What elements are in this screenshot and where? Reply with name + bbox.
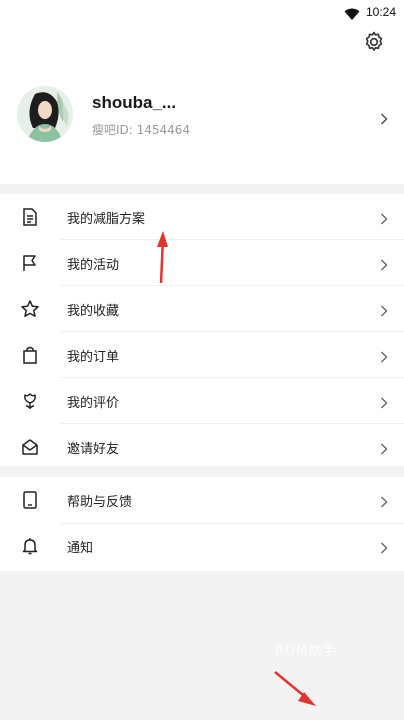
wifi-icon	[344, 6, 360, 25]
envelope-icon	[20, 437, 40, 457]
chevron-right-icon	[380, 302, 388, 321]
star-icon	[20, 299, 40, 319]
status-time: 10:24	[365, 5, 396, 19]
menu-section-support: 帮助与反馈 通知	[0, 477, 404, 571]
menu-item-label: 我的活动	[67, 258, 120, 273]
menu-item-label: 通知	[67, 541, 94, 556]
username[interactable]: shouba_...	[92, 93, 176, 113]
menu-item-my-favorites[interactable]: 我的收藏	[0, 286, 404, 332]
menu-item-notifications[interactable]: 通知	[0, 523, 404, 569]
flag-icon	[20, 253, 40, 273]
user-id: 瘦吧ID: 1454464	[92, 123, 191, 137]
menu-item-my-activities[interactable]: 我的活动	[0, 240, 404, 286]
chevron-right-icon	[380, 493, 388, 512]
menu-item-label: 帮助与反馈	[67, 495, 133, 510]
document-icon	[20, 207, 40, 227]
menu-item-fat-loss-plan[interactable]: 我的减脂方案	[0, 194, 404, 240]
chevron-right-icon	[380, 348, 388, 367]
menu-item-label: 我的订单	[67, 350, 120, 365]
review-flower-icon	[20, 391, 40, 411]
bell-icon	[20, 536, 40, 556]
chevron-right-icon	[380, 539, 388, 558]
settings-gear-icon[interactable]	[362, 30, 386, 54]
shopping-bag-icon	[20, 345, 40, 365]
chevron-right-icon	[380, 440, 388, 459]
status-bar: 10:24	[0, 0, 404, 26]
chevron-right-icon	[380, 210, 388, 229]
menu-item-label: 我的收藏	[67, 304, 120, 319]
menu-item-invite-friends[interactable]: 邀请好友	[0, 424, 404, 470]
chevron-right-icon	[380, 256, 388, 275]
chevron-right-icon[interactable]	[380, 110, 388, 129]
watermark: ROM助手	[275, 644, 337, 659]
avatar[interactable]	[17, 86, 73, 142]
menu-item-label: 邀请好友	[67, 442, 120, 457]
tablet-icon	[20, 490, 40, 510]
menu-item-label: 我的减脂方案	[67, 212, 146, 227]
annotation-arrow-down-right	[274, 671, 316, 706]
menu-item-my-orders[interactable]: 我的订单	[0, 332, 404, 378]
menu-item-help-feedback[interactable]: 帮助与反馈	[0, 477, 404, 523]
menu-item-my-reviews[interactable]: 我的评价	[0, 378, 404, 424]
profile-header: shouba_... 瘦吧ID: 1454464	[0, 26, 404, 184]
chevron-right-icon	[380, 394, 388, 413]
menu-section-main: 我的减脂方案 我的活动 我的收藏 我的订单 我的评价 邀请好友	[0, 194, 404, 466]
menu-item-label: 我的评价	[67, 396, 120, 411]
